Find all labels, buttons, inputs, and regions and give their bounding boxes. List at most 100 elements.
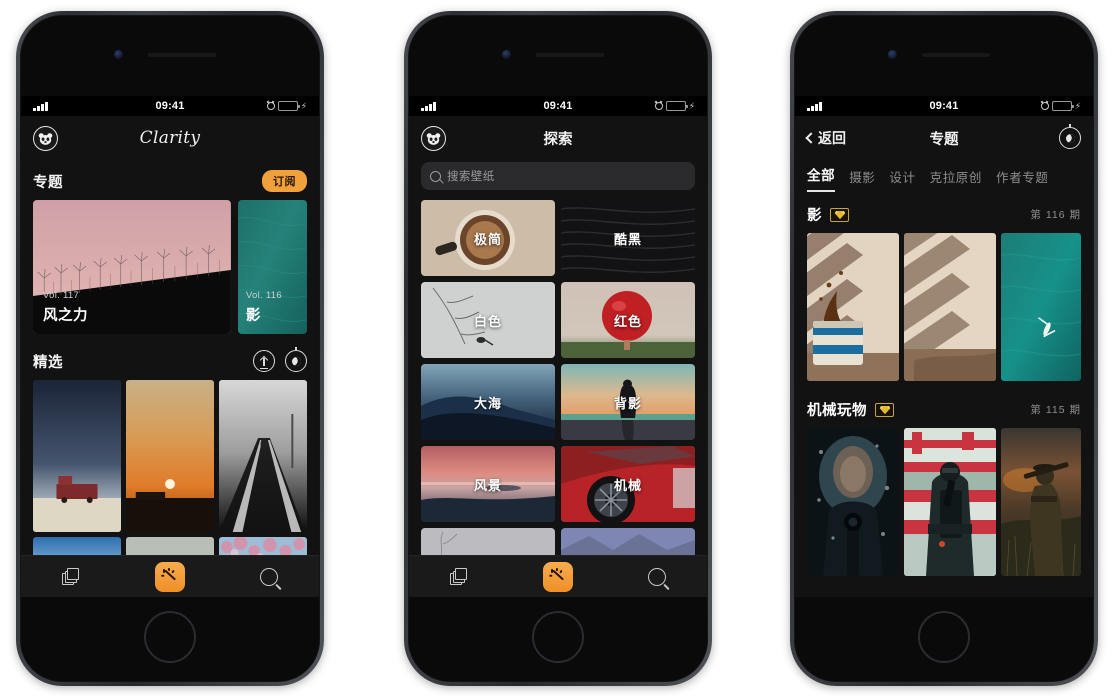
tab-photography[interactable]: 摄影 — [849, 167, 875, 192]
category-tile[interactable]: 极简 — [421, 200, 555, 276]
front-camera-icon — [502, 50, 511, 59]
topic-title: 机械玩物 — [807, 403, 867, 419]
image-soldier-snow — [807, 428, 899, 576]
search-icon — [260, 567, 279, 586]
section-title: 专题 — [33, 174, 63, 191]
category-tile[interactable]: 酷黑 — [561, 200, 695, 276]
featured-thumb[interactable] — [219, 380, 307, 532]
category-tile[interactable]: 红色 — [561, 282, 695, 358]
category-tile[interactable]: 机械 — [561, 446, 695, 522]
upload-circle-icon[interactable] — [253, 350, 275, 372]
status-time: 09:41 — [543, 100, 573, 112]
tab-design[interactable]: 设计 — [889, 167, 915, 192]
card-meta: Vol. 117 风之力 — [43, 290, 88, 325]
bolt-icon: ⚡ — [300, 100, 308, 111]
earpiece-speaker — [922, 53, 990, 57]
category-tile[interactable] — [421, 528, 555, 558]
home-button[interactable] — [144, 611, 196, 663]
back-button[interactable]: 返回 — [805, 128, 846, 148]
thumb-image-sunset — [126, 380, 214, 532]
phone-2-bottom-bezel — [409, 597, 707, 681]
section-header-featured: 精选 — [21, 334, 319, 380]
page-title-2: 探索 — [543, 131, 573, 148]
bolt-icon: ⚡ — [1074, 100, 1082, 111]
category-label: 极简 — [473, 231, 502, 247]
subscribe-button[interactable]: 订阅 — [262, 170, 307, 192]
front-camera-icon — [114, 50, 123, 59]
earpiece-speaker — [536, 53, 604, 57]
category-tile[interactable]: 背影 — [561, 364, 695, 440]
topic-card[interactable]: Vol. 116 影 — [237, 200, 307, 334]
tab-library[interactable] — [41, 556, 101, 598]
alarm-icon — [1040, 102, 1049, 110]
phone-2-top-bezel — [409, 16, 707, 96]
back-label: 返回 — [818, 130, 846, 146]
section-title: 精选 — [33, 354, 63, 371]
status-indicators: ⚡ — [573, 101, 695, 111]
stack-icon — [62, 568, 80, 585]
nav-bar-1: Clarity — [21, 116, 319, 160]
card-name: 风之力 — [43, 308, 88, 324]
search-input[interactable]: 搜索壁纸 — [421, 162, 695, 190]
home-button[interactable] — [532, 611, 584, 663]
search-icon — [430, 170, 441, 182]
search-placeholder: 搜索壁纸 — [447, 171, 495, 183]
tab-search[interactable] — [627, 556, 687, 598]
topic-image[interactable] — [807, 233, 899, 381]
topic-image[interactable] — [1001, 233, 1081, 381]
card-name: 影 — [245, 308, 261, 324]
earpiece-speaker — [148, 53, 216, 57]
category-label: 白色 — [473, 313, 502, 329]
home-button[interactable] — [918, 611, 970, 663]
category-tile[interactable]: 白色 — [421, 282, 555, 358]
status-bar-2: 09:41 ⚡ — [409, 96, 707, 116]
topic-image[interactable] — [904, 428, 996, 576]
nav-bar-2: 探索 — [409, 116, 707, 160]
topic-header: 影 第 116 期 — [795, 192, 1093, 233]
topic-card[interactable]: Vol. 117 风之力 — [33, 200, 231, 334]
avatar-button-1[interactable] — [33, 125, 58, 151]
nav-bar-3: 返回 专题 — [795, 116, 1093, 160]
category-tile[interactable]: 风景 — [421, 446, 555, 522]
card-meta: Vol. 116 影 — [246, 290, 282, 325]
topic-image[interactable] — [904, 233, 996, 381]
tab-magic[interactable] — [528, 556, 588, 598]
category-label — [561, 528, 695, 558]
featured-thumb[interactable] — [126, 380, 214, 532]
gem-icon — [830, 207, 849, 222]
featured-thumb[interactable] — [33, 380, 121, 532]
night-mode-icon[interactable] — [285, 347, 307, 372]
tab-all[interactable]: 全部 — [807, 164, 836, 192]
night-mode-icon — [1059, 124, 1081, 149]
tab-search[interactable] — [239, 556, 299, 598]
tab-author-topics[interactable]: 作者专题 — [996, 167, 1048, 192]
image-blinds-splash-cup — [807, 233, 899, 381]
signal-bars-icon — [33, 101, 155, 111]
tab-kela-original[interactable]: 克拉原创 — [930, 167, 982, 192]
battery-icon — [277, 101, 300, 111]
night-mode-button[interactable] — [1059, 124, 1081, 149]
topic-issue: 第 115 期 — [1030, 404, 1081, 416]
gem-icon — [875, 402, 894, 417]
phone-1-body: 09:41 ⚡ Clarity 专题 订阅 Vol. 117 风之力 Vol. … — [20, 15, 320, 682]
card-volume: Vol. 117 — [43, 290, 80, 301]
panda-avatar-icon — [33, 125, 58, 151]
category-label: 红色 — [613, 313, 642, 329]
image-teal-water-swimmer — [1001, 233, 1081, 381]
topic-image[interactable] — [1001, 428, 1081, 576]
phone-3-top-bezel — [795, 16, 1093, 96]
status-bar-1: 09:41 ⚡ — [21, 96, 319, 116]
category-tile[interactable] — [561, 528, 695, 558]
category-label: 机械 — [613, 477, 642, 493]
alarm-icon — [654, 102, 663, 110]
phone-3-body: 09:41 ⚡ 返回 专题 全部 摄影 设计 克拉原创 作者专题 影 第 116… — [794, 15, 1094, 682]
avatar-button-2[interactable] — [421, 125, 446, 151]
tab-magic[interactable] — [140, 556, 200, 598]
tab-library[interactable] — [429, 556, 489, 598]
featured-grid — [21, 380, 319, 579]
category-grid: 极简 酷黑 白色 红色 大海 背影 风景 机械 — [409, 200, 707, 558]
phone-2-screen: 09:41 ⚡ 探索 搜索壁纸 极简 酷黑 白色 红色 大海 背影 风景 机械 — [409, 96, 707, 597]
category-tile[interactable]: 大海 — [421, 364, 555, 440]
topic-image[interactable] — [807, 428, 899, 576]
phone-device-3: 09:41 ⚡ 返回 专题 全部 摄影 设计 克拉原创 作者专题 影 第 116… — [790, 11, 1098, 686]
